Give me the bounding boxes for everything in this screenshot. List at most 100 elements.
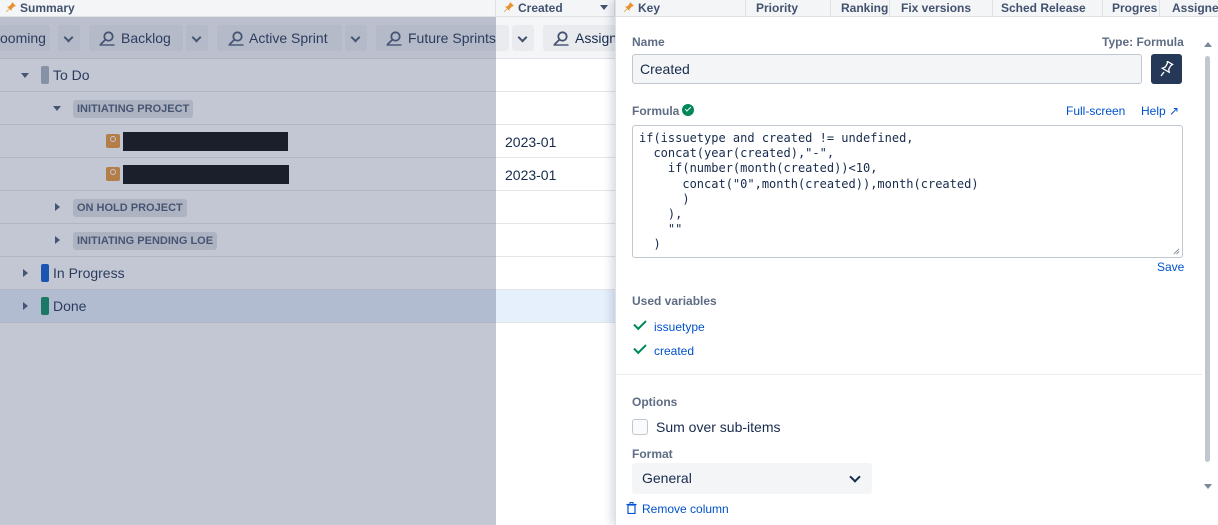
column-header-label: Assignee bbox=[1172, 1, 1218, 15]
search-filter-icon bbox=[553, 31, 569, 46]
column-header-sched-release[interactable]: Sched Release bbox=[1001, 0, 1103, 16]
backlog-dropdown[interactable] bbox=[186, 25, 208, 51]
status-color-bar bbox=[41, 264, 49, 282]
future-sprints-dropdown[interactable] bbox=[512, 25, 534, 51]
scroll-thumb[interactable] bbox=[1205, 56, 1210, 462]
future-sprints-label: Future Sprints bbox=[408, 30, 496, 46]
remove-column-link[interactable]: Remove column bbox=[642, 502, 729, 516]
assign-button[interactable]: Assign bbox=[543, 25, 620, 51]
valid-check-icon bbox=[682, 104, 694, 116]
help-link[interactable]: Help ↗ bbox=[1141, 104, 1179, 118]
column-header-fix-versions[interactable]: Fix versions bbox=[901, 0, 993, 16]
sum-sub-items-label: Sum over sub-items bbox=[656, 419, 781, 435]
active-sprint-button[interactable]: Active Sprint bbox=[217, 25, 342, 51]
check-icon bbox=[633, 316, 647, 331]
column-header-created[interactable]: Created bbox=[496, 0, 615, 16]
backlog-label: Backlog bbox=[121, 30, 171, 46]
pin-icon bbox=[1160, 61, 1174, 77]
scroll-up-icon[interactable] bbox=[1204, 42, 1212, 47]
column-header-key[interactable]: Key bbox=[624, 0, 746, 16]
chevron-down-icon bbox=[517, 32, 528, 43]
expand-icon[interactable] bbox=[55, 203, 60, 211]
status-lozenge: INITIATING PROJECT bbox=[73, 100, 194, 118]
used-variables-label: Used variables bbox=[632, 294, 717, 308]
issue-row[interactable]: 2023-01 bbox=[0, 158, 620, 191]
collapse-icon[interactable] bbox=[53, 106, 61, 111]
column-header-priority[interactable]: Priority bbox=[756, 0, 831, 16]
future-sprints-button[interactable]: Future Sprints bbox=[376, 25, 509, 51]
upcoming-dropdown[interactable] bbox=[58, 25, 80, 51]
format-select-value: General bbox=[642, 470, 692, 486]
column-header-label: Key bbox=[638, 1, 661, 15]
variable-created[interactable]: created bbox=[654, 344, 694, 358]
panel-scrollbar[interactable] bbox=[1199, 40, 1217, 493]
column-header-label: Progres bbox=[1112, 1, 1158, 15]
status-color-bar bbox=[41, 66, 49, 84]
upcoming-label: ooming bbox=[0, 30, 46, 46]
pin-icon bbox=[504, 2, 514, 12]
chevron-down-icon bbox=[191, 32, 202, 43]
column-header-assignee[interactable]: Assignee bbox=[1172, 0, 1218, 16]
panel-header-row: Key Priority Ranking Fix versions Sched … bbox=[616, 0, 1218, 17]
check-icon bbox=[633, 340, 647, 355]
group-label: In Progress bbox=[53, 265, 125, 281]
collapse-icon[interactable] bbox=[21, 73, 29, 78]
created-cell: 2023-01 bbox=[505, 167, 557, 183]
sum-sub-items-checkbox[interactable] bbox=[632, 419, 648, 435]
column-header-ranking[interactable]: Ranking bbox=[841, 0, 890, 16]
variable-issuetype[interactable]: issuetype bbox=[654, 320, 705, 334]
backlog-button[interactable]: Backlog bbox=[89, 25, 183, 51]
expand-icon[interactable] bbox=[23, 269, 28, 277]
toolbar: ooming Backlog Active Sprint Future Spri… bbox=[0, 17, 620, 59]
column-config-panel: Key Priority Ranking Fix versions Sched … bbox=[615, 0, 1218, 525]
idea-icon bbox=[106, 134, 120, 148]
redacted-summary bbox=[123, 165, 289, 184]
redacted-summary bbox=[123, 132, 288, 151]
idea-icon bbox=[106, 167, 120, 181]
format-select[interactable]: General bbox=[632, 463, 872, 494]
chevron-down-icon bbox=[350, 32, 361, 43]
chevron-down-icon[interactable] bbox=[600, 5, 608, 10]
resize-handle-icon[interactable] bbox=[1172, 247, 1180, 255]
group-row-on-hold-project[interactable]: ON HOLD PROJECT bbox=[0, 191, 620, 224]
group-row-todo[interactable]: To Do bbox=[0, 59, 620, 92]
column-header-label: Ranking bbox=[841, 1, 889, 15]
status-lozenge: ON HOLD PROJECT bbox=[73, 199, 187, 217]
pin-icon bbox=[6, 2, 16, 12]
created-cell: 2023-01 bbox=[505, 134, 557, 150]
scroll-down-icon[interactable] bbox=[1204, 484, 1212, 489]
expand-icon[interactable] bbox=[55, 236, 60, 244]
group-row-initiating-pending-loe[interactable]: INITIATING PENDING LOE bbox=[0, 224, 620, 257]
full-screen-link[interactable]: Full-screen bbox=[1066, 104, 1125, 118]
chevron-down-icon bbox=[63, 32, 74, 43]
formula-editor[interactable]: if(issuetype and created != undefined, c… bbox=[632, 125, 1183, 258]
issue-grid: To Do INITIATING PROJECT 2023-01 2023-01… bbox=[0, 59, 620, 525]
format-label: Format bbox=[632, 447, 673, 461]
trash-icon bbox=[626, 502, 637, 514]
name-label: Name bbox=[632, 35, 665, 49]
search-filter-icon bbox=[386, 31, 402, 46]
issue-row[interactable]: 2023-01 bbox=[0, 125, 620, 158]
column-header-summary[interactable]: Summary bbox=[0, 0, 496, 16]
group-label: To Do bbox=[53, 67, 90, 83]
search-filter-icon bbox=[228, 31, 244, 46]
group-row-in-progress[interactable]: In Progress bbox=[0, 257, 620, 290]
column-name-input[interactable]: Created bbox=[632, 54, 1142, 84]
group-label: Done bbox=[53, 298, 87, 314]
column-header-progress[interactable]: Progres bbox=[1112, 0, 1160, 16]
options-label: Options bbox=[632, 395, 678, 409]
divider bbox=[616, 374, 1202, 375]
group-row-done[interactable]: Done bbox=[0, 290, 620, 323]
group-row-initiating-project[interactable]: INITIATING PROJECT bbox=[0, 92, 620, 125]
column-header-label: Sched Release bbox=[1001, 1, 1086, 15]
type-label: Type: Formula bbox=[1102, 35, 1184, 49]
pin-icon bbox=[624, 2, 634, 12]
active-sprint-dropdown[interactable] bbox=[345, 25, 367, 51]
pin-column-button[interactable] bbox=[1151, 54, 1182, 84]
upcoming-button[interactable]: ooming bbox=[0, 25, 50, 51]
formula-label: Formula bbox=[632, 104, 680, 118]
expand-icon[interactable] bbox=[23, 302, 28, 310]
save-button[interactable]: Save bbox=[1157, 260, 1184, 274]
active-sprint-label: Active Sprint bbox=[249, 30, 328, 46]
column-header-label: Priority bbox=[756, 1, 799, 15]
